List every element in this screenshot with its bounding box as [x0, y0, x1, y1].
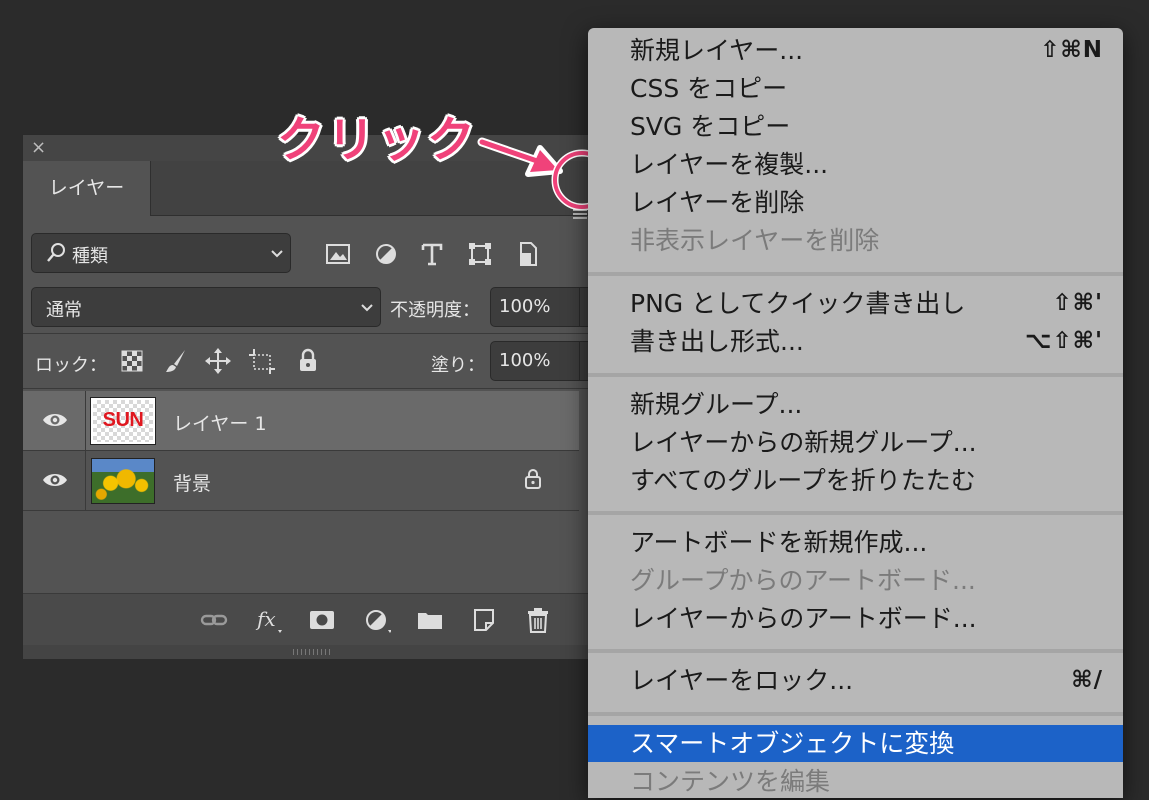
lock-all-icon[interactable] — [295, 347, 321, 375]
blend-mode-select[interactable]: 通常 — [31, 287, 381, 327]
svg-text:fx: fx — [255, 607, 276, 631]
folder-icon[interactable] — [415, 606, 445, 634]
menu-item-convert-to-smart-object[interactable]: スマートオブジェクトに変換 — [588, 725, 1123, 762]
menu-item-delete-hidden-layers: 非表示レイヤーを削除 — [588, 222, 1123, 259]
menu-item-label: SVG をコピー — [630, 112, 791, 141]
panel-bottom-toolbar: fx — [23, 593, 621, 646]
layers-panel: × レイヤー 種類 通常 不透明度： 100% ロック： 塗り： 100% SU… — [22, 134, 622, 659]
sunflower-thumbnail — [91, 458, 155, 504]
menu-item-edit-contents: コンテンツを編集 — [588, 763, 1123, 800]
menu-item-label: レイヤーをロック... — [630, 666, 854, 695]
image-filter-icon[interactable] — [323, 239, 353, 269]
menu-separator — [588, 373, 1123, 377]
layer-name[interactable]: 背景 — [173, 469, 211, 496]
menu-item-label: レイヤーからのアートボード... — [630, 604, 977, 633]
resize-grip-icon[interactable] — [293, 649, 333, 655]
menu-item-label: CSS をコピー — [630, 74, 788, 103]
lock-image-icon[interactable] — [163, 347, 189, 375]
adjustment-icon[interactable] — [361, 606, 391, 634]
menu-item-export-as[interactable]: 書き出し形式... ⌥⇧⌘' — [588, 323, 1123, 360]
shortcut: ⇧⌘' — [1052, 290, 1103, 316]
menu-separator — [588, 712, 1123, 716]
blend-mode-label: 通常 — [46, 300, 82, 321]
menu-item-label: コンテンツを編集 — [630, 767, 831, 796]
menu-item-label: PNG としてクイック書き出し — [630, 289, 966, 318]
menu-item-copy-svg[interactable]: SVG をコピー — [588, 108, 1123, 145]
smart-object-filter-icon[interactable] — [513, 239, 543, 269]
menu-separator — [588, 272, 1123, 276]
menu-item-label: 新規グループ... — [630, 390, 803, 419]
kind-filter-select[interactable]: 種類 — [31, 233, 291, 273]
menu-item-collapse-all-groups[interactable]: すべてのグループを折りたたむ — [588, 462, 1123, 499]
visibility-eye-icon[interactable] — [41, 409, 69, 431]
close-icon[interactable]: × — [31, 137, 46, 159]
menu-item-label: レイヤーを削除 — [630, 188, 805, 217]
layer-name[interactable]: レイヤー 1 — [173, 409, 267, 436]
mask-icon[interactable] — [307, 606, 337, 634]
lock-label: ロック： — [35, 355, 107, 376]
chevron-down-icon — [271, 250, 283, 258]
opacity-label: 不透明度： — [390, 300, 480, 321]
panel-flyout-menu: 新規レイヤー... ⇧⌘N CSS をコピー SVG をコピー レイヤーを複製..… — [588, 28, 1123, 798]
link-icon[interactable] — [199, 606, 229, 634]
menu-item-label: すべてのグループを折りたたむ — [630, 466, 976, 495]
divider — [23, 388, 621, 389]
menu-item-quick-export-png[interactable]: PNG としてクイック書き出し ⇧⌘' — [588, 285, 1123, 322]
menu-item-duplicate-layer[interactable]: レイヤーを複製... — [588, 146, 1123, 183]
menu-item-new-group-from-layers[interactable]: レイヤーからの新規グループ... — [588, 424, 1123, 461]
menu-item-artboard-from-layers[interactable]: レイヤーからのアートボード... — [588, 600, 1123, 637]
lock-icon[interactable] — [523, 467, 543, 491]
tab-layers[interactable]: レイヤー — [23, 161, 151, 216]
layer-row[interactable]: SUN レイヤー 1 — [23, 391, 579, 451]
menu-item-label: アートボードを新規作成... — [630, 528, 928, 557]
lock-artboard-icon[interactable] — [249, 347, 275, 375]
menu-item-label: 書き出し形式... — [630, 327, 804, 356]
lock-transparent-icon[interactable] — [119, 347, 145, 375]
menu-separator — [588, 511, 1123, 515]
menu-item-label: レイヤーからの新規グループ... — [630, 428, 977, 457]
menu-item-label: 非表示レイヤーを削除 — [630, 226, 880, 255]
click-annotation-label: クリック — [277, 112, 478, 168]
shape-filter-icon[interactable] — [465, 239, 495, 269]
fill-input[interactable]: 100% — [490, 341, 580, 381]
opacity-value: 100% — [499, 296, 551, 317]
menu-item-copy-css[interactable]: CSS をコピー — [588, 70, 1123, 107]
shortcut: ⌥⇧⌘' — [1024, 328, 1103, 354]
panel-resize-bar[interactable] — [23, 645, 621, 659]
shortcut: ⌘/ — [1071, 667, 1103, 693]
menu-item-new-artboard[interactable]: アートボードを新規作成... — [588, 524, 1123, 561]
type-filter-icon[interactable] — [417, 239, 447, 269]
menu-item-artboard-from-group: グループからのアートボード... — [588, 562, 1123, 599]
menu-item-delete-layer[interactable]: レイヤーを削除 — [588, 184, 1123, 221]
layer-thumbnail: SUN — [90, 397, 156, 445]
menu-item-label: グループからのアートボード... — [630, 566, 976, 595]
menu-item-lock-layers[interactable]: レイヤーをロック... ⌘/ — [588, 662, 1123, 699]
search-icon — [47, 243, 65, 262]
layer-row[interactable]: 背景 — [23, 451, 579, 511]
menu-item-new-group[interactable]: 新規グループ... — [588, 386, 1123, 423]
adjustment-filter-icon[interactable] — [371, 239, 401, 269]
divider — [85, 391, 86, 451]
menu-item-label: 新規レイヤー... — [630, 36, 804, 65]
new-layer-icon[interactable] — [469, 606, 499, 634]
menu-item-label: レイヤーを複製... — [630, 150, 829, 179]
fx-icon[interactable]: fx — [253, 606, 283, 634]
opacity-input[interactable]: 100% — [490, 287, 580, 327]
divider — [23, 333, 621, 334]
menu-item-label: スマートオブジェクトに変換 — [630, 729, 955, 758]
fill-value: 100% — [499, 350, 551, 371]
menu-separator — [588, 649, 1123, 653]
kind-filter-label: 種類 — [72, 246, 108, 267]
lock-position-icon[interactable] — [205, 347, 231, 375]
menu-item-new-layer[interactable]: 新規レイヤー... ⇧⌘N — [588, 32, 1123, 69]
chevron-down-icon — [361, 304, 373, 312]
fill-label: 塗り： — [431, 355, 485, 376]
divider — [85, 451, 86, 511]
trash-icon[interactable] — [523, 606, 553, 634]
shortcut: ⇧⌘N — [1040, 37, 1103, 63]
visibility-eye-icon[interactable] — [41, 469, 69, 491]
